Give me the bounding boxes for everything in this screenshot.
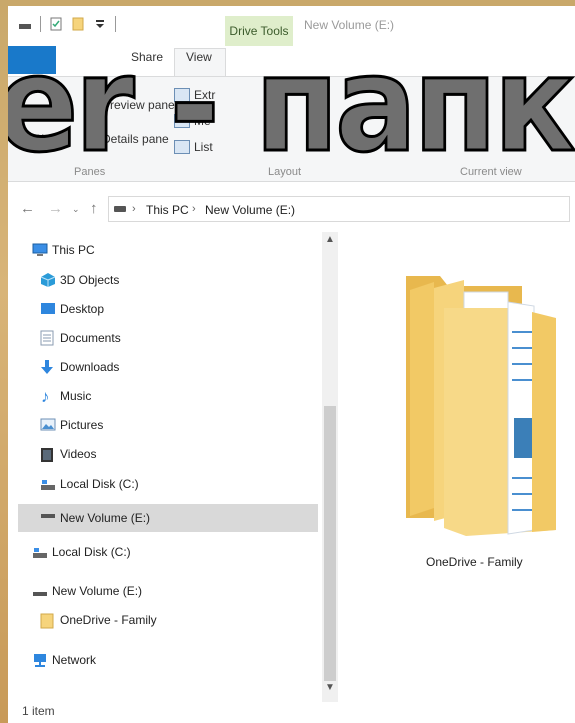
breadcrumb-this-pc[interactable]: This PC xyxy=(146,203,189,217)
breadcrumb-chevron-icon[interactable]: › xyxy=(132,203,136,215)
tree-item-documents[interactable]: Documents xyxy=(60,327,121,349)
breadcrumb-new-volume[interactable]: New Volume (E:) xyxy=(205,203,295,217)
tree-item-this-pc[interactable]: This PC xyxy=(52,239,95,261)
recent-locations-chevron-icon[interactable]: ⌄ xyxy=(72,204,80,215)
pictures-icon xyxy=(40,418,56,431)
local-disk-icon xyxy=(33,548,47,558)
videos-icon xyxy=(41,448,53,462)
downloads-icon xyxy=(41,360,53,374)
music-icon: ♪ xyxy=(41,387,50,406)
tree-item-network[interactable]: Network xyxy=(52,649,96,671)
breadcrumb-chevron-icon[interactable]: › xyxy=(192,203,196,215)
address-drive-icon xyxy=(114,206,126,212)
tree-item-local-disk-c-root[interactable]: Local Disk (C:) xyxy=(52,541,131,563)
forward-arrow-icon[interactable]: → xyxy=(48,200,63,217)
folder-label-onedrive-family[interactable]: OneDrive - Family xyxy=(426,555,523,569)
up-arrow-icon[interactable]: ↑ xyxy=(90,200,98,217)
explorer-window: Drive Tools New Volume (E:) Share View N… xyxy=(8,6,575,723)
tree-item-videos[interactable]: Videos xyxy=(60,443,96,465)
overlay-caption: er - папка xyxy=(8,28,575,182)
scroll-up-arrow-icon[interactable]: ▲ xyxy=(324,234,336,245)
tree-item-onedrive-family[interactable]: OneDrive - Family xyxy=(60,609,157,631)
folder-icon[interactable] xyxy=(404,268,556,544)
tree-item-3d-objects[interactable]: 3D Objects xyxy=(60,269,119,291)
back-arrow-icon[interactable]: ← xyxy=(20,200,35,217)
tree-item-desktop[interactable]: Desktop xyxy=(60,298,104,320)
this-pc-icon xyxy=(32,243,48,256)
status-item-count: 1 item xyxy=(22,704,55,718)
3d-objects-icon xyxy=(40,273,56,287)
desktop-icon xyxy=(41,303,55,314)
drive-icon xyxy=(41,514,55,518)
nav-pane-scrollbar-thumb[interactable] xyxy=(324,406,336,681)
tree-item-local-disk-c[interactable]: Local Disk (C:) xyxy=(60,473,139,495)
tree-item-music[interactable]: Music xyxy=(60,385,91,407)
folder-icon xyxy=(40,613,54,629)
local-disk-icon xyxy=(41,480,55,490)
tree-item-pictures[interactable]: Pictures xyxy=(60,414,103,436)
documents-icon xyxy=(40,330,54,346)
tree-item-downloads[interactable]: Downloads xyxy=(60,356,119,378)
navigation-pane xyxy=(8,232,340,702)
network-icon xyxy=(34,654,46,667)
tree-item-new-volume-e-root[interactable]: New Volume (E:) xyxy=(52,580,142,602)
tree-item-new-volume-e[interactable]: New Volume (E:) xyxy=(60,507,150,529)
scroll-down-arrow-icon[interactable]: ▼ xyxy=(324,682,336,693)
drive-icon xyxy=(33,592,47,596)
